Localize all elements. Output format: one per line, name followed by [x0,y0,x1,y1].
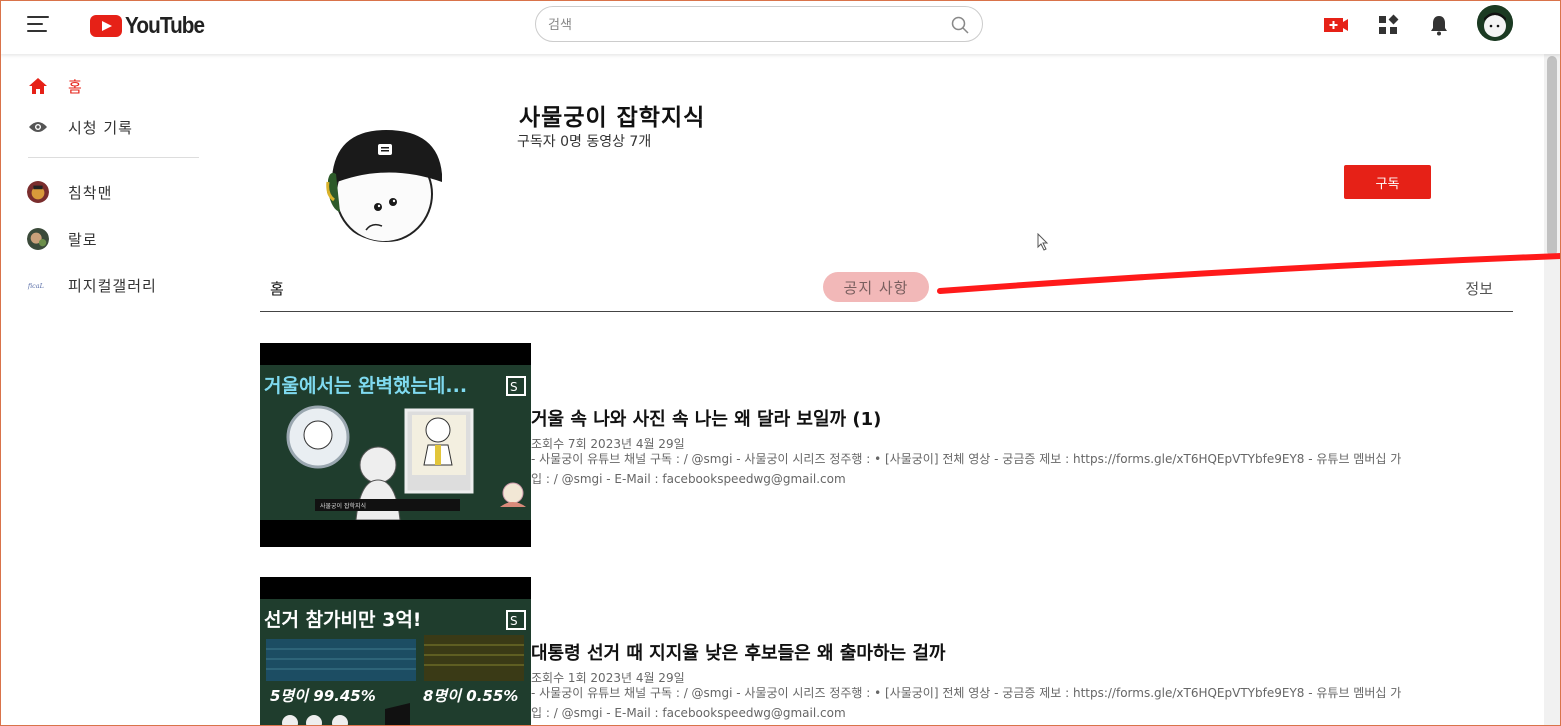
mouse-cursor-icon [1037,232,1049,255]
channel-avatar [326,122,446,242]
tab-home[interactable]: 홈 [270,278,284,299]
subscription-item-ralo[interactable]: 랄로 [27,225,98,253]
sidebar-item-label: 피지컬갤러리 [68,276,157,295]
thumbnail-left-stat: 5명이 99.45% [270,687,376,705]
sidebar-item-label: 랄로 [68,230,98,249]
sidebar-item-label: 침착맨 [68,183,113,202]
video-thumbnail[interactable]: 거울에서는 완벽했는데... S 사물궁이 잡학지식 [260,343,531,547]
thumbnail-illustration: S 사물궁이 잡학지식 [286,376,526,520]
youtube-logo[interactable]: YouTube [90,12,213,39]
video-description: - 사물궁이 유튜브 채널 구독 : / @smgi - 사물궁이 시리즈 정주… [531,683,1513,723]
eye-icon [27,116,49,138]
video-description-line: - 사물궁이 유튜브 채널 구독 : / @smgi - 사물궁이 시리즈 정주… [531,686,1402,700]
sidebar-item-home[interactable]: 홈 [27,72,83,100]
sidebar-item-history[interactable]: 시청 기록 [27,113,133,141]
page-scrollbar[interactable] [1544,54,1560,726]
logo-text: YouTube [125,12,205,38]
svg-text:S: S [510,380,518,394]
bell-icon[interactable] [1426,12,1452,38]
video-description-line: - 사물궁이 유튜브 채널 구독 : / @smgi - 사물궁이 시리즈 정주… [531,452,1402,466]
video-title[interactable]: 거울 속 나와 사진 속 나는 왜 달라 보일까 (1) [531,405,881,431]
channel-avatar-icon [27,228,49,250]
channel-avatar-icon: ficaL [27,274,49,296]
sidebar: 홈 시청 기록 침착맨 랄로 ficaL 피지컬갤러리 [0,54,230,726]
video-thumbnail[interactable]: 선거 참가비만 3억! S 5명이 99.45% 8명이 0.55% [260,577,531,726]
svg-text:ficaL: ficaL [27,282,44,290]
subscription-item-physical-gallery[interactable]: ficaL 피지컬갤러리 [27,271,157,299]
thumbnail-illustration: S [266,610,526,726]
top-header: YouTube [0,0,1561,54]
video-description: - 사물궁이 유튜브 채널 구독 : / @smgi - 사물궁이 시리즈 정주… [531,449,1513,489]
hamburger-menu-icon[interactable] [27,15,49,33]
svg-text:사물궁이 잡학지식: 사물궁이 잡학지식 [320,502,366,510]
sidebar-item-label: 홈 [68,77,83,96]
search-box [535,6,983,42]
channel-avatar-icon [27,181,49,203]
search-icon[interactable] [950,15,970,35]
subscribe-button[interactable]: 구독 [1344,165,1431,199]
create-video-icon[interactable] [1323,12,1349,38]
youtube-play-icon [90,14,122,37]
subscription-item-chimchakman[interactable]: 침착맨 [27,178,112,206]
tab-info[interactable]: 정보 [1465,278,1493,299]
channel-tabs: 홈 공지 사항 정보 [260,270,1513,312]
apps-grid-icon[interactable] [1375,12,1401,38]
video-list-item[interactable]: 선거 참가비만 3억! S 5명이 99.45% 8명이 0.55% 대통령 선… [260,577,1513,726]
video-description-line: 입 : / @smgi - E-Mail : facebookspeedwg@g… [531,472,846,486]
channel-stats: 구독자 0명 동영상 7개 [517,134,652,150]
sidebar-item-label: 시청 기록 [68,118,133,137]
tab-notice[interactable]: 공지 사항 [823,272,929,302]
channel-name: 사물궁이 잡학지식 [519,105,706,131]
home-icon [27,75,49,97]
scrollbar-thumb[interactable] [1547,56,1557,256]
sidebar-divider [28,157,199,158]
search-input[interactable] [548,15,928,35]
video-description-line: 입 : / @smgi - E-Mail : facebookspeedwg@g… [531,706,846,720]
user-avatar[interactable] [1477,5,1513,41]
thumbnail-right-stat: 8명이 0.55% [423,687,519,705]
video-title[interactable]: 대통령 선거 때 지지율 낮은 후보들은 왜 출마하는 걸까 [531,639,945,665]
svg-text:S: S [510,614,518,628]
video-list-item[interactable]: 거울에서는 완벽했는데... S 사물궁이 잡학지식 거울 속 나와 사진 속 … [260,343,1513,553]
